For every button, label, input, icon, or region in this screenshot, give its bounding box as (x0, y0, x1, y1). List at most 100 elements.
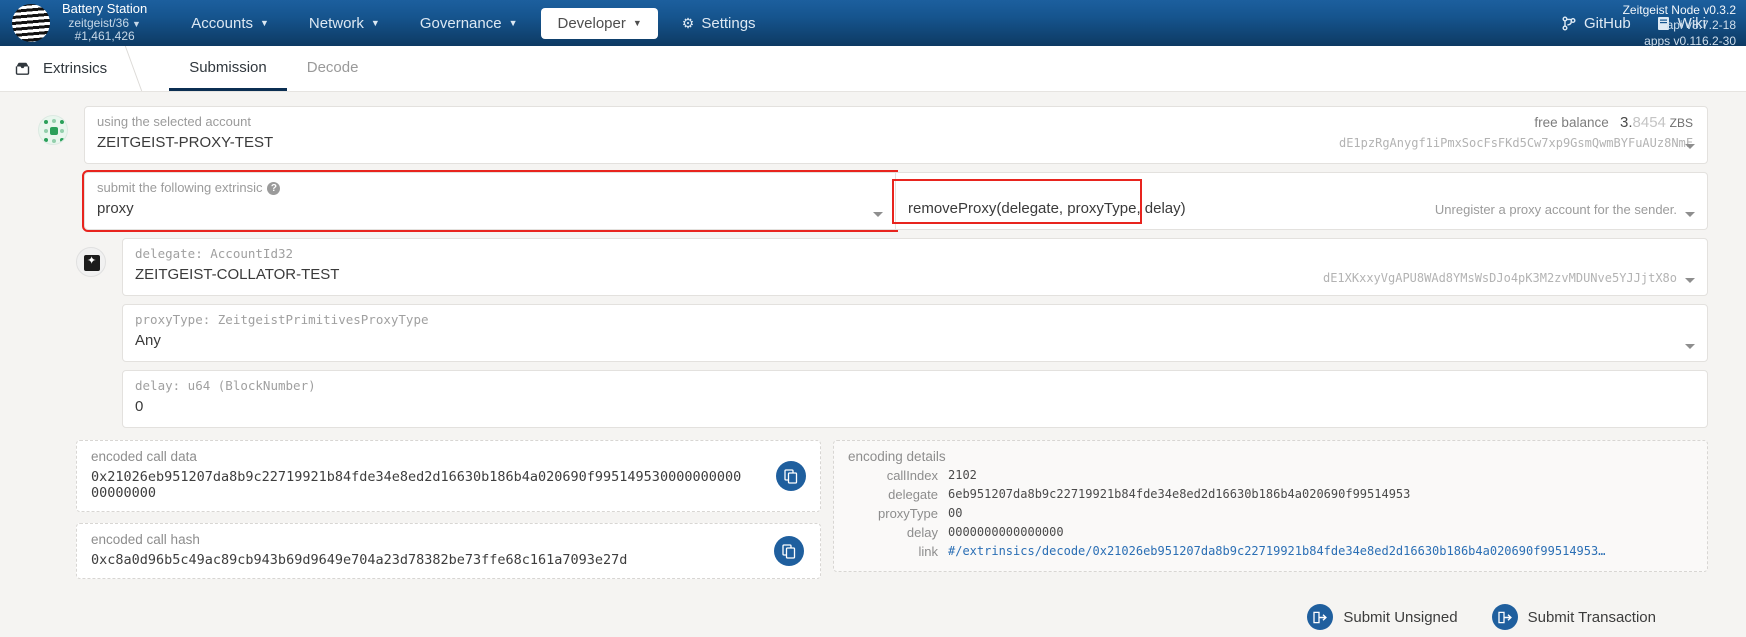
encoded-call-data-copy-col (763, 441, 820, 511)
detail-key-delay: delay (906, 525, 938, 540)
nav-item-accounts-label: Accounts (191, 14, 253, 32)
param-delegate-field[interactable]: delegate: AccountId32 ZEITGEIST-COLLATOR… (122, 238, 1708, 296)
extrinsics-form: using the selected account ZEITGEIST-PRO… (0, 92, 1746, 630)
chain-info[interactable]: Battery Station zeitgeist/36 ▼ #1,461,426 (62, 0, 148, 45)
encoding-detail-row: callIndex 2102 (848, 468, 1693, 483)
detail-value-delegate: 6eb951207da8b9c22719921b84fde34e8ed2d166… (948, 487, 1411, 501)
sign-in-icon (1307, 604, 1334, 630)
account-identicon (38, 115, 68, 145)
gear-icon: ⚙ (681, 14, 695, 31)
param-row-proxytype: proxyType: ZeitgeistPrimitivesProxyType … (38, 304, 1708, 362)
copy-icon[interactable] (774, 536, 804, 566)
free-balance-dec: 8454 (1632, 114, 1666, 131)
detail-key-proxytype: proxyType (878, 506, 938, 521)
account-identicon-col (38, 106, 84, 145)
encoded-call-data-value: 0x21026eb951207da8b9c22719921b84fde34e8e… (91, 469, 742, 501)
detail-key-delegate: delegate (888, 487, 938, 502)
inbox-icon (14, 60, 31, 77)
chain-spec[interactable]: zeitgeist/36 ▼ (62, 16, 147, 31)
encoded-section: encoded call data 0x21026eb951207da8b9c2… (38, 440, 1708, 590)
tab-submission-label: Submission (189, 58, 267, 76)
encoded-call-data-label: encoded call data (91, 449, 197, 464)
nav-item-settings[interactable]: ⚙ Settings (666, 8, 772, 39)
breadcrumb: Extrinsics (0, 46, 133, 91)
nav-item-governance[interactable]: Governance ▼ (404, 8, 534, 39)
help-icon[interactable]: ? (267, 182, 281, 196)
param-delay-value: 0 (135, 398, 144, 415)
version-info: Zeitgeist Node v0.3.2 api v8.7.2-18 apps… (1623, 3, 1736, 49)
param-delay-label: delay: u64 (BlockNumber) (135, 378, 316, 393)
detail-value-proxytype: 00 (948, 506, 963, 520)
encoding-details-panel: encoding details callIndex 2102 delegate… (833, 440, 1708, 572)
delegate-identicon (76, 247, 106, 277)
version-node: Zeitgeist Node v0.3.2 (1622, 3, 1736, 17)
encoding-detail-row: proxyType 00 (848, 506, 1693, 521)
param-row-delegate: delegate: AccountId32 ZEITGEIST-COLLATOR… (38, 238, 1708, 296)
chevron-down-icon: ▼ (508, 18, 518, 28)
detail-value-delay: 0000000000000000 (948, 525, 1064, 539)
chain-logo-wrap (0, 4, 62, 42)
extrinsic-method-value: removeProxy(delegate, proxyType, delay) (908, 200, 1186, 217)
param-delegate-caret-icon[interactable] (1685, 278, 1695, 283)
nav-item-governance-label: Governance (419, 14, 502, 32)
chain-name: Battery Station (62, 0, 148, 16)
sign-in-icon (1491, 604, 1518, 630)
top-navigation-bar: Battery Station zeitgeist/36 ▼ #1,461,426… (0, 0, 1746, 49)
delegate-identicon-col (76, 238, 122, 277)
encoding-detail-row: delay 0000000000000000 (848, 525, 1693, 540)
version-api: api v8.7.2-18 (1666, 18, 1736, 33)
delay-icon-col (76, 370, 122, 379)
free-balance-unit: ZBS (1669, 116, 1693, 130)
encoded-call-hash-body: encoded call hash 0xc8a0d96b5c49ac89cb94… (77, 524, 758, 578)
sub-header: Extrinsics Submission Decode (0, 46, 1746, 92)
extrinsic-section-label: submit the following extrinsic? (97, 180, 883, 196)
free-balance-int: 3. (1620, 114, 1633, 131)
free-balance-line: free balance 3.8454 ZBS (1339, 114, 1693, 131)
extrinsic-section-caret-icon[interactable] (873, 212, 883, 217)
account-dropdown-caret-icon[interactable] (1685, 144, 1695, 149)
nav-item-developer-label: Developer (557, 14, 626, 32)
encoded-call-data-body: encoded call data 0x21026eb951207da8b9c2… (77, 441, 763, 511)
tab-decode[interactable]: Decode (287, 46, 379, 91)
encoded-call-hash-copy-col (758, 524, 820, 578)
extrinsic-section-half: submit the following extrinsic? proxy (82, 170, 898, 232)
encoding-detail-row: link #/extrinsics/decode/0x21026eb951207… (848, 544, 1693, 559)
free-balance-label: free balance (1534, 115, 1609, 130)
encoded-call-hash-value: 0xc8a0d96b5c49ac89cb943b69d9649e704a23d7… (91, 552, 628, 568)
detail-key-link: link (918, 544, 938, 559)
nav-item-network-label: Network (308, 14, 364, 32)
tab-submission[interactable]: Submission (169, 46, 287, 91)
detail-value-link[interactable]: #/extrinsics/decode/0x21026eb951207da8b9… (948, 544, 1605, 559)
footer-actions: Submit Unsigned Submit Transaction (38, 590, 1708, 630)
tab-decode-label: Decode (306, 58, 359, 76)
nav-item-network[interactable]: Network ▼ (293, 8, 396, 39)
account-select-field[interactable]: using the selected account ZEITGEIST-PRO… (84, 106, 1708, 164)
submit-transaction-label: Submit Transaction (1527, 608, 1656, 626)
param-proxytype-label: proxyType: ZeitgeistPrimitivesProxyType (135, 312, 429, 327)
extrinsic-method-half: removeProxy(delegate, proxyType, delay) … (892, 172, 1708, 230)
chevron-down-icon: ▼ (370, 18, 380, 28)
chevron-down-icon: ▼ (259, 18, 269, 28)
detail-key-callindex: callIndex (886, 468, 938, 483)
copy-icon[interactable] (776, 461, 807, 491)
submit-unsigned-label: Submit Unsigned (1343, 608, 1458, 626)
chain-block-number: #1,461,426 (74, 29, 135, 44)
param-proxytype-field[interactable]: proxyType: ZeitgeistPrimitivesProxyType … (122, 304, 1708, 362)
nav-item-developer[interactable]: Developer ▼ (541, 7, 658, 39)
extrinsic-section-value: proxy (97, 200, 134, 217)
nav-item-settings-label: Settings (701, 14, 756, 32)
param-proxytype-caret-icon[interactable] (1685, 344, 1695, 349)
extrinsic-method-spacer (908, 180, 1695, 196)
extrinsic-section-select[interactable]: submit the following extrinsic? proxy (82, 170, 898, 232)
tab-list: Submission Decode (169, 46, 378, 91)
extrinsic-method-select[interactable]: removeProxy(delegate, proxyType, delay) … (896, 172, 1708, 230)
submit-unsigned-button[interactable]: Submit Unsigned (1307, 604, 1458, 630)
encoded-call-hash-card: encoded call hash 0xc8a0d96b5c49ac89cb94… (76, 523, 821, 579)
link-github[interactable]: GitHub (1562, 15, 1631, 32)
param-delay-field[interactable]: delay: u64 (BlockNumber) 0 (122, 370, 1708, 428)
submit-transaction-button[interactable]: Submit Transaction (1491, 604, 1656, 630)
chevron-down-icon: ▼ (632, 18, 642, 28)
nav-item-accounts[interactable]: Accounts ▼ (175, 8, 285, 39)
account-row: using the selected account ZEITGEIST-PRO… (38, 106, 1708, 164)
param-row-delay: delay: u64 (BlockNumber) 0 (38, 370, 1708, 428)
